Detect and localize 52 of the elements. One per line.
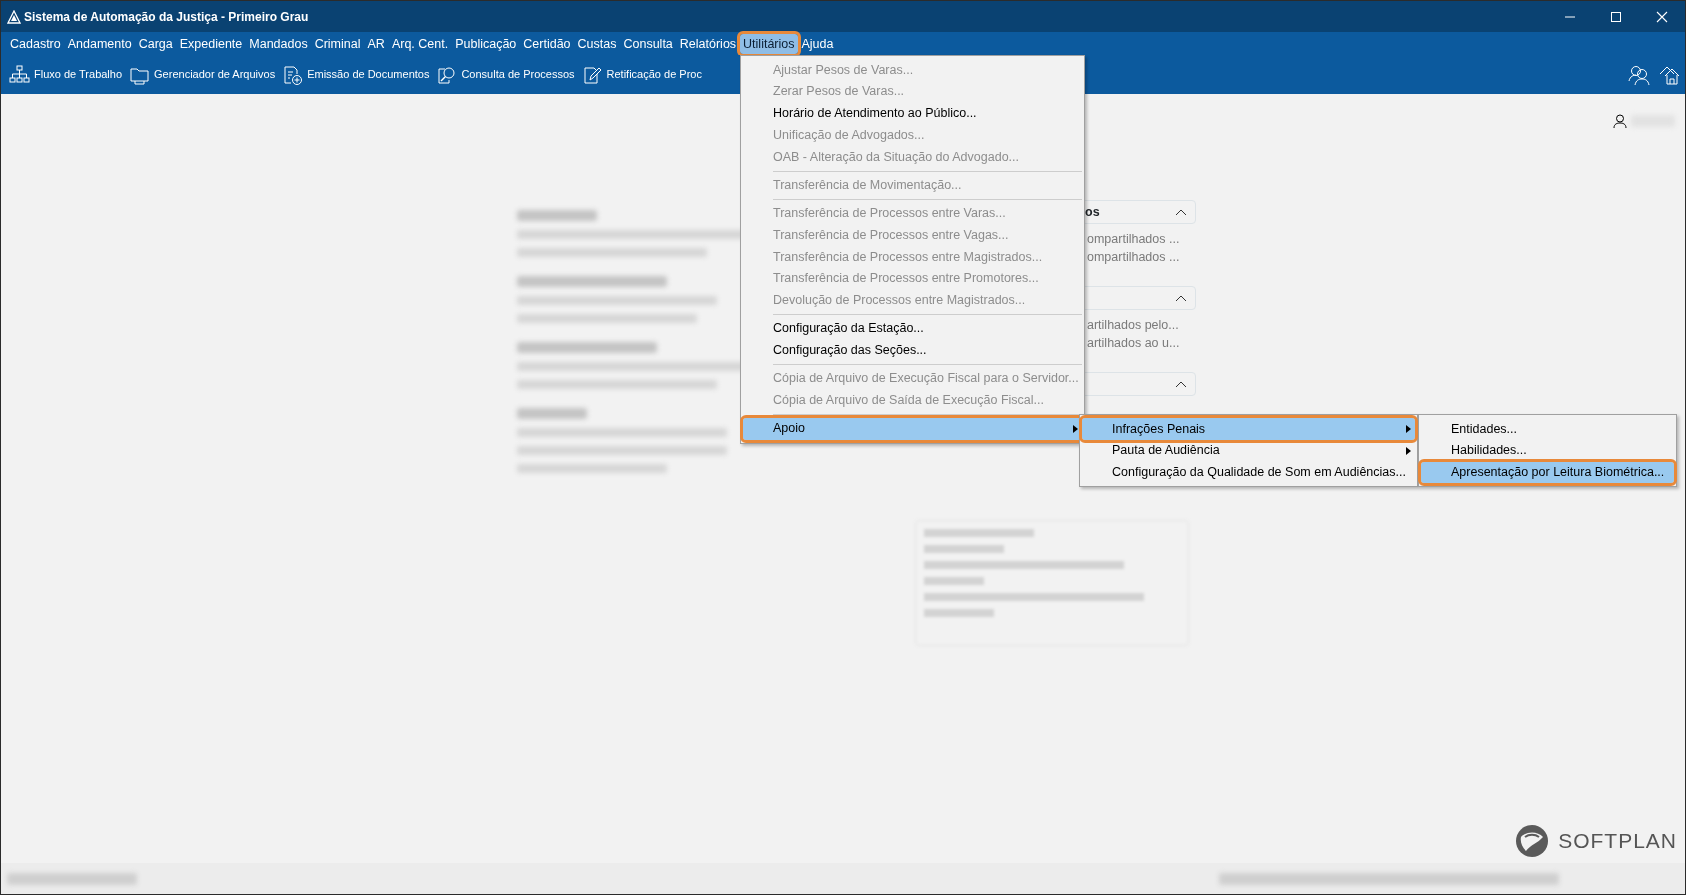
chevron-up-icon[interactable] <box>1175 208 1187 216</box>
document-plus-icon <box>282 64 304 85</box>
close-icon <box>1654 10 1670 23</box>
hierarchy-icon <box>9 64 30 85</box>
menu-item[interactable]: Pauta de Audiência <box>1082 439 1415 462</box>
menu-item[interactable]: Configuração da Estação... <box>743 317 1082 340</box>
menu-item[interactable]: Configuração da Qualidade de Som em Audiências... <box>1082 461 1415 484</box>
menu-bar-item[interactable]: Ajuda <box>798 33 837 54</box>
menu-bar-item[interactable]: Certidão <box>520 33 574 54</box>
menu-item[interactable]: Apoio <box>743 417 1082 440</box>
menu-bar-item[interactable]: Relatórios <box>676 33 740 54</box>
chevron-up-icon[interactable] <box>1175 294 1187 302</box>
user-icon <box>1613 114 1627 128</box>
menu-bar-item[interactable]: Cadastro <box>7 33 64 54</box>
panel-text: artilhados pelo... <box>1087 318 1179 332</box>
menu-item[interactable]: Infrações Penais <box>1082 418 1415 440</box>
menu-bar-item[interactable]: Criminal <box>311 33 364 54</box>
menu-bar-item[interactable]: Arq. Cent. <box>388 33 452 54</box>
brand-name: SOFTPLAN <box>1558 828 1677 855</box>
blurred-heading <box>517 408 587 419</box>
toolbar-button[interactable]: Fluxo de Trabalho <box>9 64 123 85</box>
chevron-up-icon[interactable] <box>1175 380 1187 388</box>
app-logo-icon <box>7 9 21 24</box>
menu-bar-item[interactable]: Carga <box>135 33 176 54</box>
brand-logo-icon <box>1514 823 1551 859</box>
maximize-icon <box>1608 10 1624 23</box>
document-pencil-icon <box>581 64 603 85</box>
menu-bar-item[interactable]: Publicação <box>452 33 520 54</box>
panel-title: os <box>1085 203 1100 221</box>
panel-text: ompartilhados ... <box>1087 232 1180 246</box>
users-icon[interactable] <box>1628 63 1652 86</box>
menu-item[interactable]: Configuração das Seções... <box>743 339 1082 362</box>
menu-item[interactable]: Apresentação por Leitura Biométrica... <box>1421 461 1674 484</box>
menu-item[interactable]: Entidades... <box>1421 418 1674 440</box>
toolbar-button[interactable]: Emissão de Documentos <box>282 64 430 85</box>
menu-bar-item[interactable]: Consulta <box>620 33 676 54</box>
toolbar-button[interactable]: Gerenciador de Arquivos <box>129 64 276 85</box>
menu-item[interactable]: Horário de Atendimento ao Público... <box>743 102 1082 125</box>
minimize-icon <box>1565 15 1575 18</box>
menu-bar-item[interactable]: Custas <box>574 33 620 54</box>
toolbar-button[interactable]: Consulta de Processos <box>436 64 575 85</box>
menu-bar-item[interactable]: Mandados <box>246 33 311 54</box>
panel-text: artilhados ao u... <box>1087 336 1180 350</box>
menu-bar-item[interactable]: Andamento <box>64 33 135 54</box>
panel-text: ompartilhados ... <box>1087 250 1180 264</box>
menu-bar-item[interactable]: AR <box>364 33 388 54</box>
menu-bar-item[interactable]: Expediente <box>176 33 246 54</box>
search-icon <box>436 64 458 85</box>
menu-bar-item[interactable]: Utilitários <box>740 33 798 54</box>
menu-item[interactable]: Habilidades... <box>1421 439 1674 462</box>
window-title: Sistema de Automação da Justiça - Primeiro Grau <box>24 8 309 26</box>
toolbar-button[interactable]: Retificação de Proc <box>581 64 702 85</box>
